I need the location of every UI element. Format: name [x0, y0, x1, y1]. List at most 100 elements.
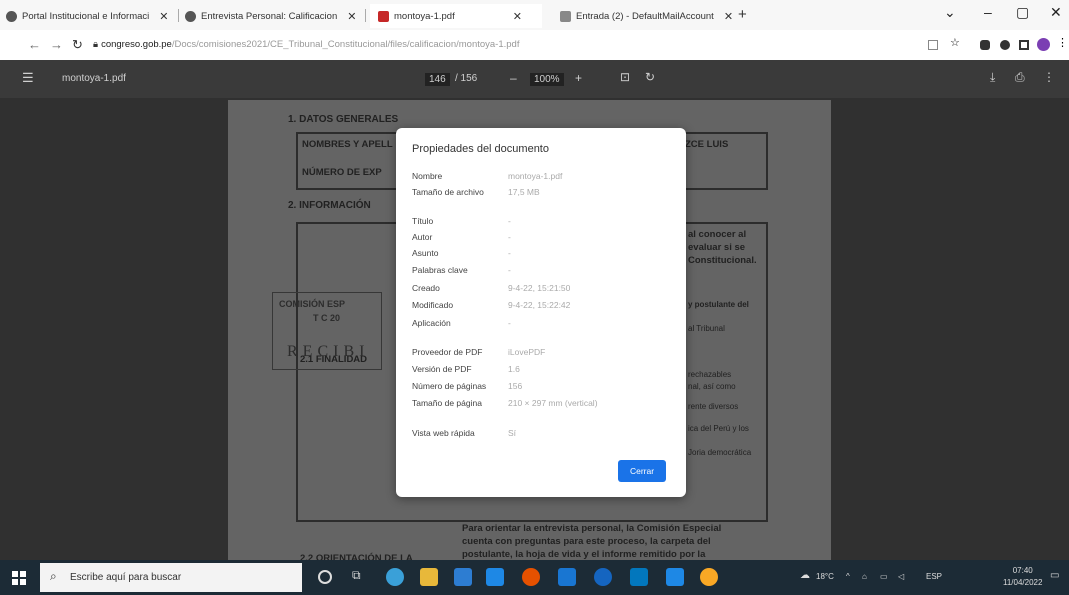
- tab-search-chevron-icon[interactable]: ⌄: [944, 4, 956, 21]
- property-value: -: [508, 232, 511, 242]
- tab-close-icon[interactable]: ✕: [347, 10, 356, 23]
- property-label: Asunto: [412, 248, 439, 258]
- tab-entrevista[interactable]: Entrevista Personal: Calificacion ✕: [185, 6, 356, 26]
- property-label: Título: [412, 216, 434, 226]
- task-view-icon[interactable]: ⧉: [352, 568, 370, 586]
- property-value: -: [508, 248, 511, 258]
- tab-label: Portal Institucional e Informaci: [22, 10, 150, 22]
- fit-page-icon[interactable]: ⊡: [620, 70, 630, 84]
- tab-separator: [178, 9, 179, 22]
- property-vista-web-rapida: Vista web rápida Sí: [412, 428, 516, 438]
- pdf-filename: montoya-1.pdf: [62, 73, 126, 84]
- forward-arrow-icon[interactable]: →: [50, 37, 63, 52]
- menu-dots-icon[interactable]: ⋮: [1057, 36, 1068, 49]
- minimize-button[interactable]: –: [984, 4, 992, 20]
- reload-icon[interactable]: ↻: [72, 37, 83, 53]
- tab-close-icon[interactable]: ✕: [159, 10, 168, 23]
- back-arrow-icon[interactable]: ←: [28, 37, 41, 52]
- property-value: 156: [508, 381, 523, 391]
- property-value: iLovePDF: [508, 347, 546, 357]
- property-value: 210 × 297 mm (vertical): [508, 398, 598, 408]
- pdf-toolbar: ☰ montoya-1.pdf 146 / 156 – 100% + ⊡ ↻ ⤓…: [0, 60, 1069, 98]
- property-value: 9-4-22, 15:22:42: [508, 300, 571, 310]
- property-label: Versión de PDF: [412, 364, 472, 374]
- chrome-icon[interactable]: [522, 568, 540, 586]
- property-label: Número de páginas: [412, 381, 487, 391]
- close-window-button[interactable]: ✕: [1050, 4, 1062, 21]
- tab-close-icon[interactable]: ✕: [724, 10, 733, 23]
- property-value: 1.6: [508, 364, 520, 374]
- system-clock[interactable]: 07:40 11/04/2022: [1003, 565, 1042, 589]
- zoom-out-icon[interactable]: –: [510, 71, 517, 85]
- property-label: Autor: [412, 232, 433, 242]
- share-icon[interactable]: [928, 40, 938, 50]
- avatar[interactable]: [1037, 38, 1050, 51]
- clock-date: 11/04/2022: [1003, 578, 1043, 587]
- url-field[interactable]: 🔒︎ congreso.gob.pe/Docs/comisiones2021/CE…: [93, 39, 519, 50]
- new-tab-button[interactable]: +: [738, 6, 747, 23]
- edge-icon[interactable]: [386, 568, 404, 586]
- pdf-icon: [378, 10, 389, 22]
- globe-icon: [185, 10, 196, 22]
- property-value: -: [508, 216, 511, 226]
- hamburger-menu-icon[interactable]: ☰: [22, 70, 34, 86]
- skype-icon[interactable]: [594, 568, 612, 586]
- speaker-icon[interactable]: ◁: [898, 572, 904, 581]
- puzzle-icon[interactable]: [1000, 40, 1010, 50]
- rotate-icon[interactable]: ↻: [645, 70, 655, 84]
- document-properties-dialog: Propiedades del documento Nombre montoya-…: [396, 128, 686, 497]
- weather-icon[interactable]: ☁: [800, 570, 810, 581]
- weather-temp[interactable]: 18°C: [816, 572, 834, 581]
- tab-montoya-pdf[interactable]: montoya-1.pdf ✕: [370, 4, 542, 28]
- property-label: Vista web rápida: [412, 428, 475, 438]
- property-proveedor-pdf: Proveedor de PDF iLovePDF: [412, 347, 545, 357]
- url-path: /Docs/comisiones2021/CE_Tribunal_Constit…: [171, 39, 520, 50]
- more-options-icon[interactable]: ⋮: [1043, 70, 1055, 84]
- property-creado: Creado 9-4-22, 15:21:50: [412, 283, 570, 293]
- bookmark-star-icon[interactable]: ☆: [950, 36, 960, 49]
- zoom-in-icon[interactable]: +: [575, 71, 582, 85]
- file-explorer-icon[interactable]: [420, 568, 438, 586]
- windows-start-icon[interactable]: [12, 571, 26, 585]
- extension-icon[interactable]: [980, 40, 990, 50]
- page-number-input[interactable]: 146: [425, 73, 450, 86]
- cortana-icon[interactable]: [318, 570, 332, 584]
- taskbar-search-box[interactable]: ⌕ Escribe aquí para buscar: [40, 563, 302, 592]
- zoom-level[interactable]: 100%: [530, 73, 564, 86]
- sidebar-icon[interactable]: [1019, 40, 1029, 50]
- word-icon[interactable]: [558, 568, 576, 586]
- download-icon[interactable]: ⤓: [990, 70, 995, 85]
- property-aplicacion: Aplicación -: [412, 318, 511, 328]
- property-value: Sí: [508, 428, 517, 438]
- property-value: 17,5 MB: [508, 187, 540, 197]
- mail-app-icon[interactable]: [486, 568, 504, 586]
- app-icon[interactable]: [700, 568, 718, 586]
- tab-mail[interactable]: Entrada (2) - DefaultMailAccount ✕: [560, 6, 733, 26]
- maximize-button[interactable]: ▢: [1016, 4, 1029, 21]
- store-icon[interactable]: [454, 568, 472, 586]
- tab-portal[interactable]: Portal Institucional e Informaci ✕: [6, 6, 168, 26]
- clock-time: 07:40: [1012, 566, 1033, 575]
- tab-label: montoya-1.pdf: [394, 10, 455, 22]
- close-dialog-button[interactable]: Cerrar: [618, 460, 666, 482]
- outlook-icon[interactable]: [666, 568, 684, 586]
- network-icon[interactable]: ⌂: [862, 572, 867, 581]
- print-icon[interactable]: ⎙: [1015, 70, 1025, 85]
- tab-close-icon[interactable]: ✕: [513, 10, 522, 23]
- property-version-pdf: Versión de PDF 1.6: [412, 364, 520, 374]
- property-tamano-pagina: Tamaño de página 210 × 297 mm (vertical): [412, 398, 598, 408]
- property-nombre: Nombre montoya-1.pdf: [412, 171, 562, 181]
- property-label: Tamaño de archivo: [412, 187, 484, 197]
- notifications-icon[interactable]: ▭: [1050, 570, 1059, 581]
- language-indicator[interactable]: ESP: [926, 572, 942, 581]
- property-label: Tamaño de página: [412, 398, 482, 408]
- property-label: Modificado: [412, 300, 454, 310]
- display-icon[interactable]: ▭: [880, 572, 888, 581]
- search-placeholder: Escribe aquí para buscar: [70, 572, 182, 583]
- property-label: Nombre: [412, 171, 443, 181]
- tray-chevron-icon[interactable]: ^: [846, 572, 850, 581]
- property-tamano-archivo: Tamaño de archivo 17,5 MB: [412, 187, 540, 197]
- teams-icon[interactable]: [630, 568, 648, 586]
- property-label: Proveedor de PDF: [412, 347, 483, 357]
- browser-tab-bar: Portal Institucional e Informaci ✕ Entre…: [0, 0, 1069, 30]
